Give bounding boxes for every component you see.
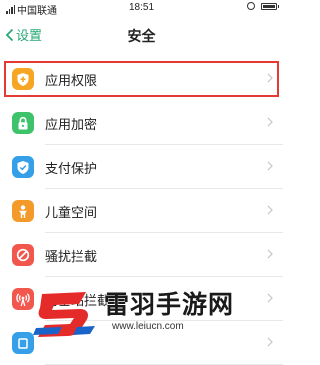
child-icon	[12, 200, 34, 222]
settings-list: 应用权限 应用加密 支付保护 儿童空间 骚扰拦截 伪基站拦截	[0, 61, 283, 365]
chevron-right-icon	[267, 161, 273, 171]
divider	[45, 188, 283, 189]
shield-check-icon	[12, 156, 34, 178]
nav-bar: 设置 安全	[0, 17, 283, 55]
settings-item-label: 儿童空间	[45, 204, 98, 220]
divider	[45, 144, 283, 145]
battery-icon	[261, 2, 279, 10]
chevron-right-icon	[267, 337, 273, 347]
settings-item-label: 伪基站拦截	[45, 292, 111, 308]
page-title: 安全	[127, 28, 156, 44]
settings-item-payment-protection[interactable]: 支付保护	[0, 149, 283, 189]
status-bar: 中国联通 18:51	[0, 0, 283, 17]
status-icons	[247, 2, 279, 10]
settings-item-label: 应用权限	[45, 72, 98, 88]
chevron-right-icon	[267, 249, 273, 259]
settings-item-app-permissions[interactable]: 应用权限	[4, 61, 279, 97]
chevron-right-icon	[267, 73, 273, 83]
lock-icon	[12, 112, 34, 134]
antenna-icon	[12, 288, 34, 310]
divider	[45, 232, 283, 233]
divider	[45, 276, 283, 277]
chevron-right-icon	[267, 205, 273, 215]
shield-icon	[12, 68, 34, 90]
chevron-right-icon	[267, 117, 273, 127]
chevron-right-icon	[267, 293, 273, 303]
divider	[45, 320, 283, 321]
status-time: 18:51	[128, 2, 155, 13]
back-button[interactable]: 设置	[5, 25, 42, 44]
settings-item-kids-space[interactable]: 儿童空间	[0, 193, 283, 233]
block-icon	[12, 244, 34, 266]
settings-item-fake-base-station-block[interactable]: 伪基站拦截	[0, 281, 283, 321]
settings-item-harassment-block[interactable]: 骚扰拦截	[0, 237, 283, 277]
settings-item-label: 应用加密	[45, 116, 98, 132]
back-label: 设置	[16, 28, 43, 43]
chevron-left-icon	[5, 28, 14, 41]
settings-item-partial[interactable]	[0, 325, 283, 365]
partial-icon	[12, 332, 34, 354]
settings-item-label: 支付保护	[45, 160, 98, 176]
settings-item-app-lock[interactable]: 应用加密	[0, 105, 283, 145]
settings-item-label: 骚扰拦截	[45, 248, 98, 264]
alarm-icon	[247, 2, 255, 10]
